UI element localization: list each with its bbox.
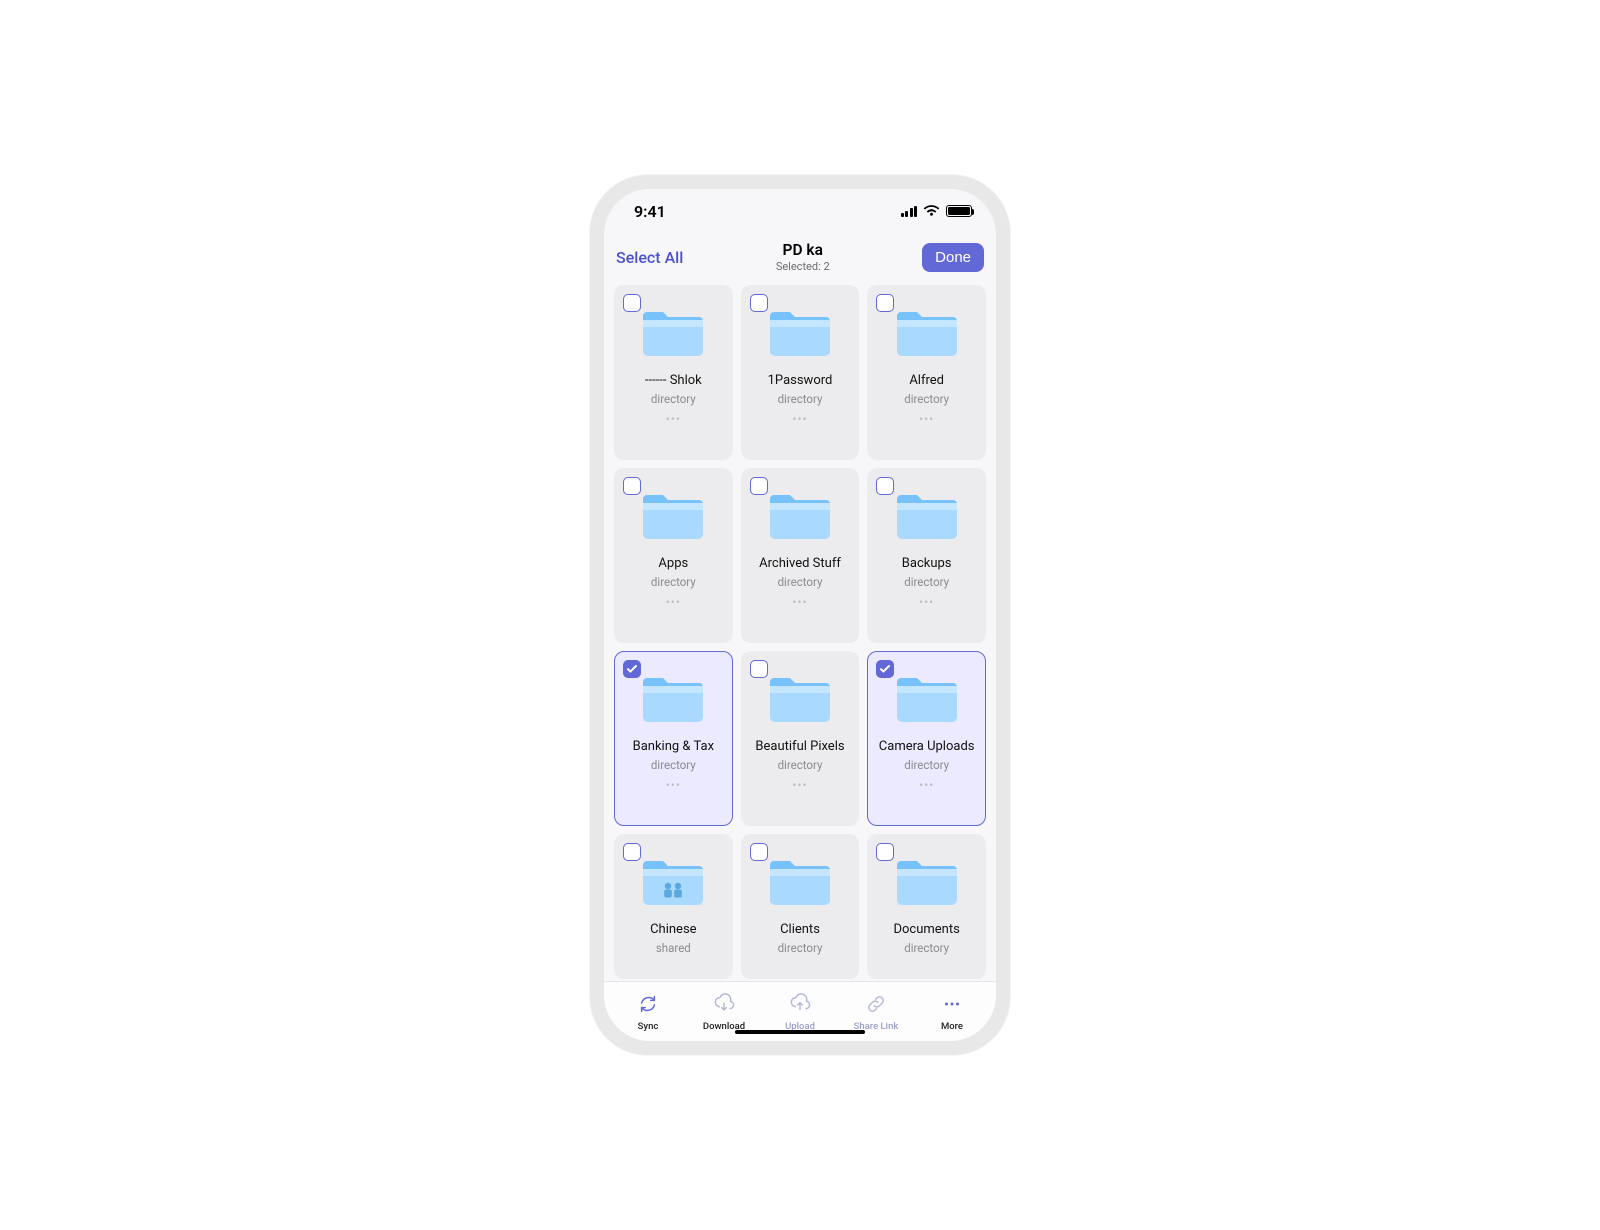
- home-indicator[interactable]: [735, 1030, 865, 1035]
- folder-checkbox[interactable]: [623, 477, 641, 495]
- folder-card[interactable]: ------ Shlok directory •••: [614, 285, 733, 460]
- battery-icon: [946, 205, 972, 217]
- more-dots-icon[interactable]: •••: [666, 595, 681, 609]
- folder-name: ------ Shlok: [639, 374, 708, 389]
- folder-icon: [768, 300, 832, 374]
- nav-header: Select All PD ka Selected: 2 Done: [604, 233, 996, 281]
- folder-name: Apps: [652, 557, 694, 572]
- tab-label: More: [941, 1021, 963, 1032]
- folder-icon: [895, 300, 959, 374]
- more-dots-icon[interactable]: •••: [666, 778, 681, 792]
- folder-kind: shared: [656, 941, 691, 955]
- tab-label: Sync: [638, 1021, 659, 1032]
- folder-name: Archived Stuff: [753, 557, 847, 572]
- folder-checkbox[interactable]: [623, 660, 641, 678]
- folder-card[interactable]: Alfred directory •••: [867, 285, 986, 460]
- nav-title: PD ka: [683, 241, 922, 259]
- download-icon: [713, 993, 735, 1018]
- folder-checkbox[interactable]: [623, 294, 641, 312]
- folder-icon: [895, 483, 959, 557]
- folder-name: Camera Uploads: [873, 740, 981, 755]
- sync-icon: [637, 993, 659, 1018]
- folder-name: Beautiful Pixels: [749, 740, 850, 755]
- folder-name: Chinese: [644, 923, 702, 938]
- status-time: 9:41: [634, 202, 666, 221]
- folder-name: Clients: [774, 923, 826, 938]
- status-bar: 9:41: [604, 189, 996, 233]
- more-dots-icon[interactable]: •••: [792, 595, 807, 609]
- folder-kind: directory: [778, 941, 823, 955]
- folder-kind: directory: [778, 575, 823, 589]
- folder-checkbox[interactable]: [750, 294, 768, 312]
- folder-icon: [641, 666, 705, 740]
- folder-checkbox[interactable]: [876, 477, 894, 495]
- folder-kind: directory: [904, 941, 949, 955]
- folder-name: Alfred: [903, 374, 950, 389]
- folder-icon: [895, 666, 959, 740]
- tab-download[interactable]: Download: [686, 993, 762, 1032]
- folder-card[interactable]: Apps directory •••: [614, 468, 733, 643]
- folder-icon: [768, 483, 832, 557]
- folder-card[interactable]: Camera Uploads directory •••: [867, 651, 986, 826]
- folder-name: Banking & Tax: [627, 740, 720, 755]
- more-dots-icon[interactable]: •••: [919, 412, 934, 426]
- folder-card[interactable]: Archived Stuff directory •••: [741, 468, 860, 643]
- more-icon: [941, 993, 963, 1018]
- tab-share-link[interactable]: Share Link: [838, 993, 914, 1032]
- folder-checkbox[interactable]: [623, 843, 641, 861]
- more-dots-icon[interactable]: •••: [792, 778, 807, 792]
- folder-kind: directory: [651, 392, 696, 406]
- folder-icon: [641, 300, 705, 374]
- folder-name: Backups: [896, 557, 958, 572]
- select-all-button[interactable]: Select All: [616, 248, 683, 267]
- folder-grid-scroll[interactable]: ------ Shlok directory ••• 1Password dir…: [604, 281, 996, 981]
- folder-name: Documents: [887, 923, 965, 938]
- tab-upload[interactable]: Upload: [762, 993, 838, 1032]
- more-dots-icon[interactable]: •••: [666, 412, 681, 426]
- folder-checkbox[interactable]: [750, 843, 768, 861]
- folder-card[interactable]: 1Password directory •••: [741, 285, 860, 460]
- folder-card[interactable]: Banking & Tax directory •••: [614, 651, 733, 826]
- folder-kind: directory: [778, 758, 823, 772]
- upload-icon: [789, 993, 811, 1018]
- folder-icon: [641, 483, 705, 557]
- screen: 9:41 Select All PD ka Selected: 2: [604, 189, 996, 1041]
- folder-card[interactable]: Backups directory •••: [867, 468, 986, 643]
- folder-kind: directory: [904, 575, 949, 589]
- folder-kind: directory: [904, 758, 949, 772]
- folder-kind: directory: [651, 758, 696, 772]
- share-link-icon: [865, 993, 887, 1018]
- more-dots-icon[interactable]: •••: [792, 412, 807, 426]
- folder-card[interactable]: Chinese shared: [614, 834, 733, 979]
- folder-icon: [768, 849, 832, 923]
- folder-icon: [895, 849, 959, 923]
- folder-name: 1Password: [762, 374, 839, 389]
- nav-title-group: PD ka Selected: 2: [683, 241, 922, 273]
- folder-card[interactable]: Clients directory: [741, 834, 860, 979]
- more-dots-icon[interactable]: •••: [919, 778, 934, 792]
- tab-more[interactable]: More: [914, 993, 990, 1032]
- folder-kind: directory: [778, 392, 823, 406]
- folder-kind: directory: [904, 392, 949, 406]
- folder-checkbox[interactable]: [750, 660, 768, 678]
- folder-icon: [768, 666, 832, 740]
- folder-checkbox[interactable]: [876, 843, 894, 861]
- status-icons: [901, 205, 973, 217]
- folder-checkbox[interactable]: [876, 294, 894, 312]
- folder-grid: ------ Shlok directory ••• 1Password dir…: [614, 285, 986, 979]
- folder-checkbox[interactable]: [876, 660, 894, 678]
- tab-sync[interactable]: Sync: [610, 993, 686, 1032]
- nav-subtitle: Selected: 2: [683, 260, 922, 273]
- folder-icon: [641, 849, 705, 923]
- folder-card[interactable]: Beautiful Pixels directory •••: [741, 651, 860, 826]
- phone-frame: 9:41 Select All PD ka Selected: 2: [590, 175, 1010, 1055]
- cellular-signal-icon: [901, 205, 918, 217]
- folder-card[interactable]: Documents directory: [867, 834, 986, 979]
- done-button[interactable]: Done: [922, 243, 984, 272]
- folder-checkbox[interactable]: [750, 477, 768, 495]
- folder-kind: directory: [651, 575, 696, 589]
- more-dots-icon[interactable]: •••: [919, 595, 934, 609]
- wifi-icon: [923, 205, 940, 217]
